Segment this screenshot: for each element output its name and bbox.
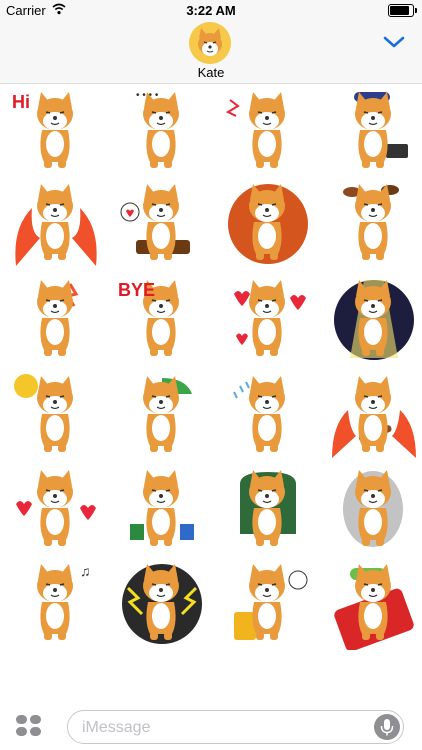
- sticker-love-food[interactable]: [116, 178, 208, 270]
- sticker-lightning[interactable]: [116, 558, 208, 650]
- sticker-food-dream-icon: [343, 184, 399, 260]
- sticker-spotlight-icon: [334, 280, 414, 360]
- conversation-header: Kate: [0, 20, 422, 84]
- sticker-guitar-fire-icon: [332, 376, 416, 458]
- imessage-input[interactable]: iMessage: [67, 710, 404, 744]
- sticker-love-blush-icon: [16, 470, 96, 546]
- imessage-placeholder: iMessage: [82, 719, 151, 736]
- sticker-fire-rage-icon: [15, 184, 97, 266]
- sticker-stone[interactable]: [328, 464, 420, 556]
- sticker-sleeping[interactable]: [328, 558, 420, 652]
- sticker-bye-caption: BYE: [118, 280, 156, 300]
- sticker-sunglasses-icon: [14, 374, 73, 452]
- message-input-bar: iMessage: [0, 700, 422, 750]
- sticker-boss-chair[interactable]: [222, 464, 314, 556]
- sticker-hi[interactable]: Hi: [10, 86, 102, 178]
- sticker-bye[interactable]: BYE: [116, 274, 208, 366]
- sticker-angry[interactable]: [222, 86, 314, 178]
- sticker-sweat-icon: [233, 376, 285, 452]
- status-time: 3:22 AM: [186, 3, 236, 18]
- sticker-sigh[interactable]: • • • •: [116, 86, 208, 178]
- sticker-sigh-icon: • • • •: [136, 90, 179, 168]
- sticker-whistle[interactable]: ♫: [10, 558, 102, 650]
- status-bar: Carrier 3:22 AM: [0, 0, 422, 20]
- sticker-boss-chair-icon: [240, 470, 296, 546]
- sticker-shocked[interactable]: [10, 274, 102, 366]
- sticker-food-dream[interactable]: [328, 178, 420, 270]
- shiba-avatar-icon: [189, 22, 231, 64]
- sticker-crying-sunset-icon: [228, 184, 308, 264]
- sticker-sunglasses[interactable]: [10, 370, 102, 462]
- sticker-music-cap-icon: [354, 92, 408, 168]
- sticker-shopping[interactable]: [116, 464, 208, 556]
- app-drawer-icon[interactable]: [16, 715, 42, 737]
- sticker-angry-icon: [225, 92, 285, 168]
- chevron-down-icon[interactable]: [382, 34, 406, 50]
- sticker-love-food-icon: [120, 184, 190, 260]
- sticker-spotlight[interactable]: [328, 274, 420, 366]
- contact-avatar[interactable]: [189, 22, 231, 64]
- sticker-love-blush[interactable]: [10, 464, 102, 556]
- sticker-fire-rage[interactable]: [10, 178, 102, 270]
- battery-icon: [388, 4, 417, 17]
- sticker-shocked-icon: [37, 280, 79, 356]
- sticker-guitar-fire[interactable]: [328, 370, 420, 462]
- sticker-stone-icon: [343, 470, 403, 547]
- sticker-umbrella-icon: [143, 376, 192, 452]
- sticker-crying-sunset[interactable]: [222, 178, 314, 270]
- sticker-shopping-icon: [130, 470, 194, 546]
- sticker-whistle-icon: ♫: [37, 563, 91, 640]
- sticker-sweat[interactable]: [222, 370, 314, 462]
- svg-text:♫: ♫: [80, 563, 91, 579]
- sticker-hi-caption: Hi: [12, 92, 30, 112]
- sticker-lightning-icon: [122, 564, 202, 644]
- contact-name: Kate: [197, 65, 225, 80]
- sticker-music-cap[interactable]: [328, 86, 420, 178]
- sticker-umbrella[interactable]: [116, 370, 208, 462]
- microphone-icon[interactable]: [374, 714, 400, 740]
- sticker-sleeping-icon: [334, 564, 414, 652]
- sticker-beer-icon: [234, 564, 308, 640]
- sticker-beer[interactable]: [222, 558, 314, 650]
- sticker-hearts-icon: [234, 280, 306, 356]
- sticker-hearts[interactable]: [222, 274, 314, 366]
